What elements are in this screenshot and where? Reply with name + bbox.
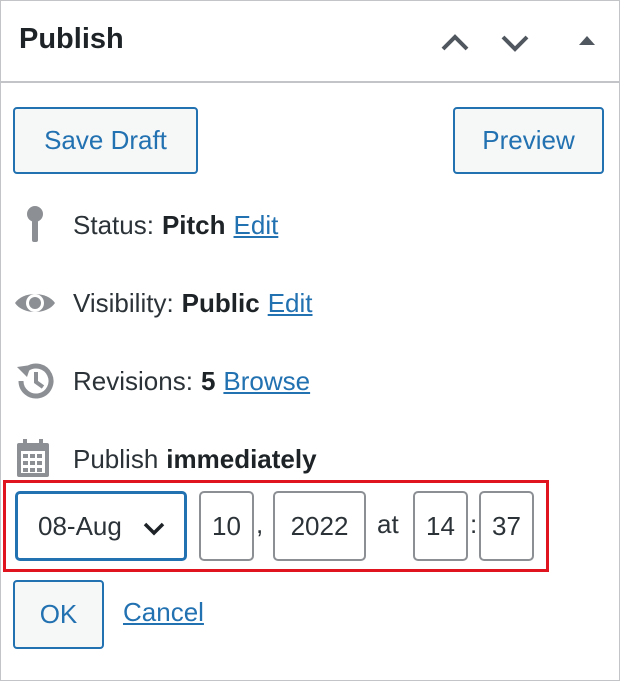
- publish-panel: Publish Save Draft Preview Status: Pitch…: [0, 0, 620, 681]
- eye-icon: [13, 281, 59, 325]
- visibility-row: Visibility: Public Edit: [13, 281, 313, 325]
- date-comma: ,: [256, 509, 264, 539]
- cancel-link[interactable]: Cancel: [123, 597, 204, 628]
- move-up-icon[interactable]: [437, 25, 477, 61]
- publish-row: Publish immediately: [13, 437, 317, 481]
- move-down-icon[interactable]: [497, 25, 537, 61]
- preview-button[interactable]: Preview: [453, 107, 604, 174]
- visibility-edit-link[interactable]: Edit: [268, 288, 313, 319]
- status-row: Status: Pitch Edit: [13, 203, 278, 247]
- at-label: at: [377, 509, 399, 539]
- panel-title: Publish: [19, 23, 124, 55]
- minute-input[interactable]: 37: [479, 491, 534, 561]
- collapse-toggle-icon[interactable]: [571, 25, 611, 61]
- panel-header: Publish: [1, 1, 619, 83]
- publish-label: Publish: [73, 443, 159, 474]
- calendar-icon: [13, 437, 59, 481]
- status-label: Status:: [73, 209, 154, 240]
- month-select-value: 08-Aug: [38, 510, 122, 541]
- hour-input[interactable]: 14: [413, 491, 468, 561]
- month-select[interactable]: 08-Aug: [15, 491, 187, 561]
- revisions-browse-link[interactable]: Browse: [223, 366, 310, 397]
- year-input[interactable]: 2022: [273, 491, 366, 561]
- publish-schedule-value: immediately: [166, 443, 317, 474]
- visibility-label: Visibility:: [73, 287, 174, 318]
- status-value: Pitch: [161, 209, 226, 240]
- time-colon: :: [470, 509, 478, 539]
- status-edit-link[interactable]: Edit: [234, 210, 279, 241]
- day-input[interactable]: 10: [199, 491, 254, 561]
- pin-icon: [13, 203, 59, 247]
- history-icon: [13, 359, 59, 403]
- revisions-count: 5: [200, 365, 216, 396]
- save-draft-button[interactable]: Save Draft: [13, 107, 198, 174]
- revisions-label: Revisions:: [73, 365, 193, 396]
- visibility-value: Public: [181, 287, 260, 318]
- chevron-down-icon: [142, 516, 166, 547]
- ok-button[interactable]: OK: [13, 580, 104, 649]
- revisions-row: Revisions: 5 Browse: [13, 359, 310, 403]
